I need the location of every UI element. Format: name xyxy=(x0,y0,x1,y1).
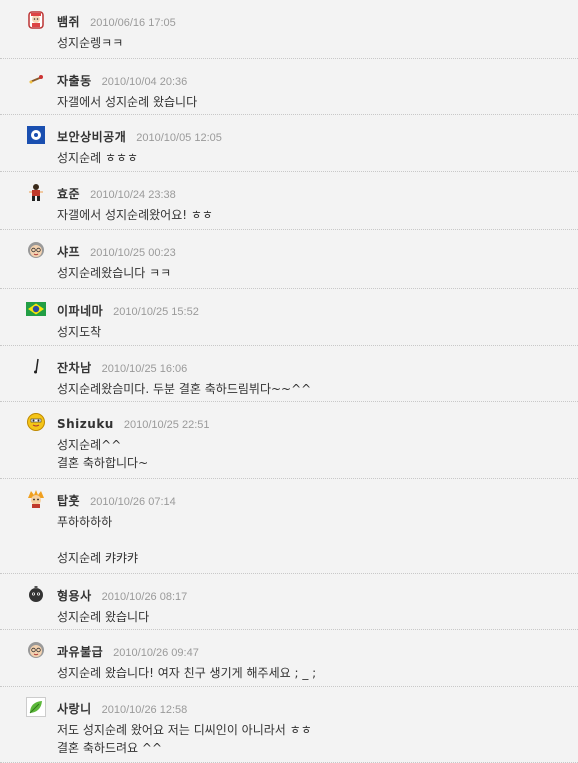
comment-header: 탑훗 2010/10/26 07:14 xyxy=(57,490,176,509)
commenter-name[interactable]: 샤프 xyxy=(57,245,80,259)
comment-text: 저도 성지순례 왔어요 저는 디씨인이 아니라서 ㅎㅎ 결혼 축하드려요 ^^ xyxy=(57,723,312,755)
comment-text: 성지순례 ㅎㅎㅎ xyxy=(57,151,139,165)
comment-header: 보안상비공개 2010/10/05 12:05 xyxy=(57,126,222,145)
gray-hair-face-avatar-icon[interactable] xyxy=(26,240,46,260)
commenter-name[interactable]: 탑훗 xyxy=(57,494,80,508)
comment-date: 2010/10/24 23:38 xyxy=(90,189,176,201)
leaf-avatar-icon[interactable] xyxy=(26,697,46,717)
commenter-name[interactable]: 보안상비공개 xyxy=(57,130,126,144)
brazil-flag-avatar-icon[interactable] xyxy=(26,299,46,319)
comment-date: 2010/10/25 22:51 xyxy=(123,419,210,431)
comment-text: 성지도착 xyxy=(57,325,102,339)
stick-avatar-icon[interactable] xyxy=(26,356,46,376)
commenter-name[interactable]: 사랑니 xyxy=(57,702,92,716)
comment-date: 2010/10/04 20:36 xyxy=(101,76,188,88)
comment-header: 뱀쥐 2010/06/16 17:05 xyxy=(57,11,176,30)
comment-item: 과유불급 2010/10/26 09:47 성지순례 왔습니다! 여자 친구 생기… xyxy=(0,630,578,687)
comment-item: 뱀쥐 2010/06/16 17:05 성지순렝ㅋㅋ xyxy=(0,0,578,59)
comment-date: 2010/10/26 08:17 xyxy=(101,591,188,603)
bomb-avatar-icon[interactable] xyxy=(26,584,46,604)
commenter-name[interactable]: 뱀쥐 xyxy=(57,15,80,29)
comment-text: 자갤에서 성지순례왔어요! ㅎㅎ xyxy=(57,208,213,222)
blue-badge-avatar-icon[interactable] xyxy=(26,125,46,145)
commenter-name[interactable]: 과유불급 xyxy=(57,645,103,659)
comment-date: 2010/10/26 09:47 xyxy=(113,647,199,659)
comment-date: 2010/10/25 16:06 xyxy=(101,363,188,375)
commenter-name[interactable]: 자출동 xyxy=(57,74,92,88)
comment-header: 잔차남 2010/10/25 16:06 xyxy=(57,357,187,376)
comment-header: 과유불급 2010/10/26 09:47 xyxy=(57,641,199,660)
comment-list: 뱀쥐 2010/06/16 17:05 성지순렝ㅋㅋ 자출동 2010/10/04 … xyxy=(0,0,578,763)
comment-item: 샤프 2010/10/25 00:23 성지순례왔습니다 ㅋㅋ xyxy=(0,230,578,289)
spiky-hair-avatar-icon[interactable] xyxy=(26,489,46,509)
commenter-name[interactable]: 효준 xyxy=(57,187,80,201)
commenter-name[interactable]: 형용사 xyxy=(57,589,92,603)
comment-date: 2010/10/26 07:14 xyxy=(90,496,176,508)
gray-hair-face-avatar-icon[interactable] xyxy=(26,640,46,660)
comment-item: 보안상비공개 2010/10/05 12:05 성지순례 ㅎㅎㅎ xyxy=(0,115,578,172)
comment-item: 자출동 2010/10/04 20:36 자갤에서 성지순례 왔습니다 xyxy=(0,59,578,115)
yellow-face-avatar-icon[interactable] xyxy=(26,412,46,432)
comment-header: 효준 2010/10/24 23:38 xyxy=(57,183,176,202)
comment-item: 잔차남 2010/10/25 16:06 성지순례왔슴미다. 두분 결혼 축하드림… xyxy=(0,346,578,402)
comment-header: 사랑니 2010/10/26 12:58 xyxy=(57,698,187,717)
comment-text: 성지순례 왔습니다 xyxy=(57,610,150,624)
commenter-name[interactable]: 이파네마 xyxy=(57,304,103,318)
comment-text: 성지순례왔습니다 ㅋㅋ xyxy=(57,266,172,280)
comment-header: Shizuku 2010/10/25 22:51 xyxy=(57,413,210,432)
comment-text: 성지순례 왔습니다! 여자 친구 생기게 해주세요 ; _ ; xyxy=(57,666,317,680)
fighter-avatar-icon[interactable] xyxy=(26,182,46,202)
tiny-figure-avatar-icon[interactable] xyxy=(26,69,46,89)
comment-header: 샤프 2010/10/25 00:23 xyxy=(57,241,176,260)
comment-item: 효준 2010/10/24 23:38 자갤에서 성지순례왔어요! ㅎㅎ xyxy=(0,172,578,230)
commenter-name[interactable]: 잔차남 xyxy=(57,361,92,375)
comment-date: 2010/10/26 12:58 xyxy=(101,704,188,716)
comment-item: Shizuku 2010/10/25 22:51 성지순례^^ 결혼 축하합니다~ xyxy=(0,402,578,479)
comment-item: 이파네마 2010/10/25 15:52 성지도착 xyxy=(0,289,578,346)
comment-date: 2010/10/25 15:52 xyxy=(113,306,199,318)
comment-item: 사랑니 2010/10/26 12:58 저도 성지순례 왔어요 저는 디씨인이 … xyxy=(0,687,578,763)
comment-header: 자출동 2010/10/04 20:36 xyxy=(57,70,187,89)
commenter-name[interactable]: Shizuku xyxy=(57,417,114,431)
comment-date: 2010/10/25 00:23 xyxy=(90,247,176,259)
comment-item: 탑훗 2010/10/26 07:14 푸하하하하 성지순례 캬캬캬 xyxy=(0,479,578,574)
comment-date: 2010/10/05 12:05 xyxy=(136,132,222,144)
comment-text: 자갤에서 성지순례 왔습니다 xyxy=(57,95,198,109)
comment-text: 성지순례왔슴미다. 두분 결혼 축하드림뷔다~~^^ xyxy=(57,382,312,396)
comment-header: 형용사 2010/10/26 08:17 xyxy=(57,585,187,604)
comment-date: 2010/06/16 17:05 xyxy=(90,17,176,29)
comment-text: 성지순렝ㅋㅋ xyxy=(57,36,124,50)
comment-item: 형용사 2010/10/26 08:17 성지순례 왔습니다 xyxy=(0,574,578,630)
comment-header: 이파네마 2010/10/25 15:52 xyxy=(57,300,199,319)
comment-text: 성지순례^^ 결혼 축하합니다~ xyxy=(57,438,149,470)
comment-text: 푸하하하하 성지순례 캬캬캬 xyxy=(57,515,139,565)
girl-avatar-icon[interactable] xyxy=(26,10,46,30)
